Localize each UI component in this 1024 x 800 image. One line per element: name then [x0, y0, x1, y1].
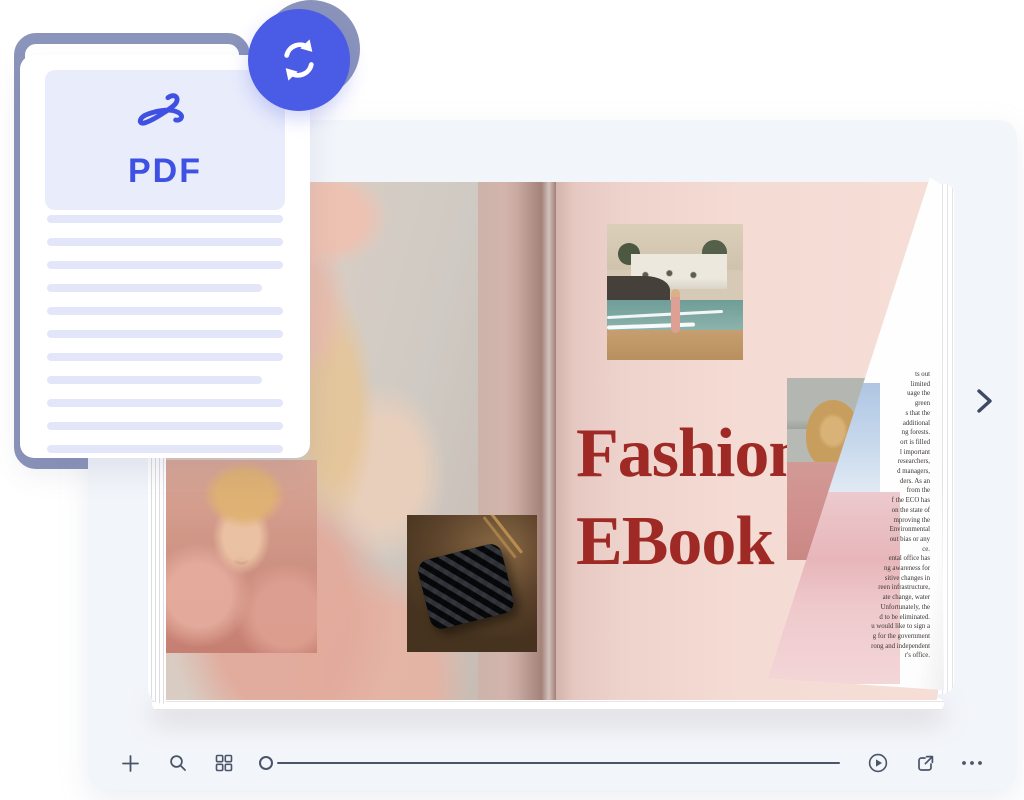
- pdf-text-line: [47, 215, 283, 223]
- pdf-text-line: [47, 284, 262, 292]
- screenshot-stage: Fashion EBook ts out limited uage the gr…: [0, 0, 1024, 800]
- pdf-document-card: PDF: [20, 55, 310, 458]
- pdf-badge: PDF: [45, 70, 285, 210]
- pdf-text-line: [47, 445, 283, 453]
- zoom-in-button[interactable]: [117, 750, 143, 776]
- convert-sync-button[interactable]: [248, 9, 350, 111]
- ebook-title-line1: Fashion: [576, 410, 806, 498]
- search-button[interactable]: [165, 750, 191, 776]
- grid-icon: [215, 754, 233, 772]
- ebook-title-line2: EBook: [576, 498, 806, 586]
- handbag-photo: [407, 515, 537, 652]
- page-slider-knob[interactable]: [259, 756, 273, 770]
- photo-wave: [607, 310, 723, 319]
- pdf-label: PDF: [128, 152, 202, 191]
- pdf-text-line: [47, 353, 283, 361]
- ebook-title: Fashion EBook: [576, 410, 806, 586]
- ellipsis-icon: [961, 760, 983, 766]
- photo-sand: [607, 330, 743, 360]
- thumbnails-button[interactable]: [211, 750, 237, 776]
- sync-arrows-icon: [274, 35, 324, 85]
- next-page-button[interactable]: [970, 386, 1000, 416]
- chevron-right-icon: [976, 388, 994, 414]
- plus-icon: [122, 755, 139, 772]
- pdf-text-line: [47, 261, 283, 269]
- photo-wave: [607, 322, 695, 329]
- share-button[interactable]: [912, 750, 938, 776]
- beach-house-photo: [607, 224, 743, 360]
- autoplay-button[interactable]: [865, 750, 891, 776]
- more-options-button[interactable]: [959, 750, 985, 776]
- pdf-text-line: [47, 376, 262, 384]
- page-slider-track[interactable]: [277, 762, 840, 764]
- export-icon: [916, 754, 935, 773]
- play-circle-icon: [868, 753, 888, 773]
- acrobat-pdf-icon: [136, 90, 194, 148]
- photo-woman: [671, 289, 680, 333]
- pdf-text-line: [47, 399, 283, 407]
- pdf-text-line: [47, 238, 283, 246]
- pdf-text-line: [47, 422, 283, 430]
- portrait-photo: [166, 460, 317, 653]
- pdf-text-line: [47, 307, 283, 315]
- pdf-text-line: [47, 330, 283, 338]
- handbag: [415, 541, 515, 631]
- magnifier-icon: [169, 754, 187, 772]
- pdf-text-lines: [47, 200, 283, 453]
